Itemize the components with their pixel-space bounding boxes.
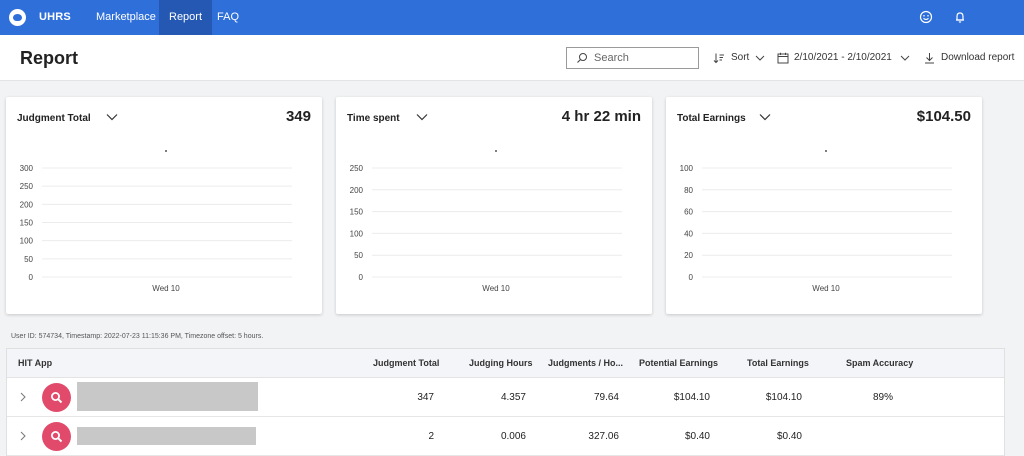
col-total-earnings[interactable]: Total Earnings — [747, 358, 809, 368]
table-header: HIT App Judgment Total Judging Hours Jud… — [7, 349, 1004, 378]
nav-faq[interactable]: FAQ — [207, 0, 249, 35]
download-report-button[interactable]: Download report — [924, 51, 1020, 65]
y-tick-label: 150 — [350, 208, 364, 217]
brand-name[interactable]: UHRS — [39, 11, 71, 23]
chevron-down-icon — [900, 55, 910, 61]
chevron-down-icon — [755, 55, 765, 61]
card-value: 349 — [285, 108, 311, 125]
y-tick-label: 100 — [350, 229, 364, 238]
download-label: Download report — [941, 52, 1015, 63]
cell-judgments-per-hour: 79.64 — [593, 392, 619, 403]
y-tick-label: 50 — [24, 255, 33, 264]
nav-report[interactable]: Report — [159, 0, 213, 35]
time-spent-card: Time spent 4 hr 22 min 250 200 150 100 50 0 We… — [336, 97, 652, 314]
cell-judging-hours: 0.006 — [500, 431, 526, 442]
cell-judging-hours: 4.357 — [500, 392, 526, 403]
chevron-down-icon[interactable] — [106, 112, 118, 122]
redacted-app-name — [77, 427, 256, 445]
col-hit-app[interactable]: HIT App — [18, 358, 52, 368]
y-tick-label: 0 — [29, 273, 34, 282]
card-title: Time spent — [347, 113, 400, 124]
col-spam-accuracy[interactable]: Spam Accuracy — [846, 358, 913, 368]
cell-total-earnings: $0.40 — [776, 431, 802, 442]
redacted-app-name — [77, 382, 258, 411]
cell-total-earnings: $104.10 — [765, 392, 802, 403]
x-tick-label: Wed 10 — [482, 284, 510, 293]
y-tick-label: 250 — [20, 182, 34, 191]
data-point[interactable] — [165, 150, 167, 152]
smiley-icon[interactable] — [919, 10, 933, 24]
y-tick-label: 150 — [20, 219, 34, 228]
data-point[interactable] — [495, 150, 497, 152]
y-tick-label: 0 — [359, 273, 364, 282]
y-tick-label: 200 — [20, 200, 34, 209]
search-box[interactable] — [566, 47, 699, 69]
y-tick-label: 100 — [20, 237, 34, 246]
y-tick-label: 200 — [350, 186, 364, 195]
y-tick-label: 20 — [684, 251, 693, 260]
table-row[interactable]: 2 0.006 327.06 $0.40 $0.40 — [7, 417, 1004, 456]
bell-icon[interactable] — [953, 10, 967, 24]
user-meta-info: User ID: 574734, Timestamp: 2022-07-23 1… — [11, 333, 264, 340]
y-tick-label: 0 — [689, 273, 694, 282]
app-search-icon — [42, 383, 71, 412]
card-title: Judgment Total — [17, 113, 91, 124]
search-icon — [577, 53, 587, 63]
y-tick-label: 300 — [20, 164, 34, 173]
app-logo-icon[interactable] — [9, 9, 26, 26]
page-header: Report Sort 2/10/2021 - 2/10/2021 Downl — [0, 35, 1024, 81]
y-tick-label: 100 — [680, 164, 694, 173]
hit-app-table: HIT App Judgment Total Judging Hours Jud… — [6, 348, 1005, 456]
col-judgment-total[interactable]: Judgment Total — [373, 358, 439, 368]
col-judgments-per-hour[interactable]: Judgments / Ho... — [548, 358, 623, 368]
date-range-label: 2/10/2021 - 2/10/2021 — [794, 52, 892, 63]
table-row[interactable]: 347 4.357 79.64 $104.10 $104.10 89% — [7, 378, 1004, 417]
x-tick-label: Wed 10 — [152, 284, 180, 293]
cell-spam-accuracy: 89% — [873, 392, 894, 403]
page-title: Report — [20, 48, 78, 68]
chevron-down-icon[interactable] — [759, 112, 771, 122]
app-search-icon — [42, 422, 71, 451]
time-spent-chart: 250 200 150 100 50 0 Wed 10 — [350, 150, 622, 293]
y-tick-label: 80 — [684, 186, 693, 195]
top-nav: UHRS Marketplace Report FAQ — [0, 0, 1024, 35]
sort-label: Sort — [731, 52, 750, 63]
cell-judgment-total: 347 — [417, 392, 434, 403]
card-title: Total Earnings — [677, 113, 746, 124]
y-tick-label: 40 — [684, 229, 693, 238]
data-point[interactable] — [825, 150, 827, 152]
sort-icon — [713, 53, 724, 64]
nav-marketplace[interactable]: Marketplace — [86, 0, 166, 35]
expand-chevron-icon[interactable] — [18, 430, 28, 442]
y-tick-label: 60 — [684, 208, 693, 217]
total-earnings-chart: 100 80 60 40 20 0 Wed 10 — [680, 150, 952, 293]
x-tick-label: Wed 10 — [812, 284, 840, 293]
download-icon — [925, 53, 934, 64]
cell-judgment-total: 2 — [428, 431, 434, 442]
chevron-down-icon[interactable] — [416, 112, 428, 122]
calendar-icon — [777, 52, 789, 64]
date-range-picker[interactable]: 2/10/2021 - 2/10/2021 — [777, 51, 911, 65]
col-potential-earnings[interactable]: Potential Earnings — [639, 358, 718, 368]
expand-chevron-icon[interactable] — [18, 391, 28, 403]
judgment-total-chart: 300 250 200 150 100 50 0 Wed 10 — [20, 150, 292, 293]
cell-judgments-per-hour: 327.06 — [588, 431, 619, 442]
judgment-total-card: Judgment Total 349 300 250 200 150 100 50 0 Wed… — [6, 97, 322, 314]
y-tick-label: 50 — [354, 251, 363, 260]
total-earnings-card: Total Earnings $104.50 100 80 60 40 20 0 Wed 1… — [666, 97, 982, 314]
y-tick-label: 250 — [350, 164, 364, 173]
search-input[interactable] — [594, 50, 694, 66]
col-judging-hours[interactable]: Judging Hours — [469, 358, 533, 368]
cell-potential-earnings: $0.40 — [684, 431, 710, 442]
card-value: 4 hr 22 min — [561, 108, 641, 125]
cell-potential-earnings: $104.10 — [673, 392, 710, 403]
card-value: $104.50 — [916, 108, 971, 125]
